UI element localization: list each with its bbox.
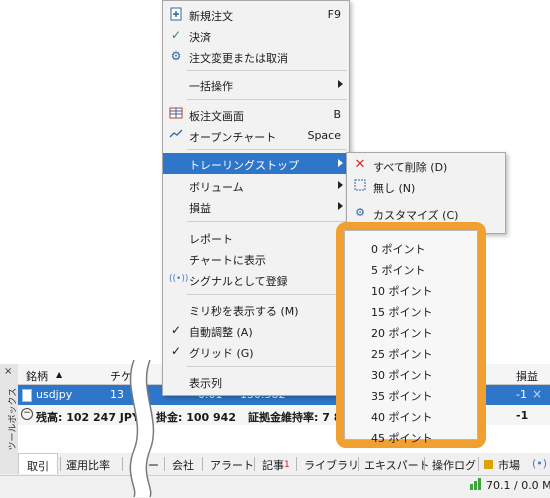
gear-icon: ⚙: [170, 49, 182, 63]
connection-bars-icon: [470, 484, 473, 490]
menu-item-new-order[interactable]: 新規注文 F9: [163, 4, 349, 25]
points-item-5[interactable]: 5 ポイント: [345, 258, 477, 279]
none-box-icon: [353, 179, 367, 193]
connection-bars-icon: [474, 481, 477, 490]
submenu-arrow-icon: [338, 80, 343, 88]
tab-journal[interactable]: 操作ログ: [432, 457, 476, 473]
tab-separator: [254, 457, 255, 471]
menu-separator: [187, 70, 347, 71]
tab-alerts[interactable]: アラート: [210, 457, 254, 473]
submenu-arrow-icon: [338, 202, 343, 210]
menu-item-columns[interactable]: 表示列: [163, 371, 349, 392]
signal-icon: ((•)): [169, 274, 189, 284]
collapse-icon[interactable]: −: [21, 408, 33, 420]
menu-item-trailing-stop[interactable]: トレーリングストップ: [163, 153, 349, 174]
row-profit: -1: [516, 388, 527, 401]
toolbox-close-button[interactable]: ×: [4, 366, 12, 377]
toolbox-vertical-title: ツールボックス: [8, 387, 19, 451]
points-item-45[interactable]: 45 ポイント: [345, 426, 477, 447]
header-profit[interactable]: 損益: [516, 368, 538, 384]
menu-item-show-milliseconds[interactable]: ミリ秒を表示する (M): [163, 299, 349, 320]
points-item-35[interactable]: 35 ポイント: [345, 384, 477, 405]
tab-market[interactable]: 市場: [498, 457, 520, 473]
market-bag-icon: [484, 460, 493, 469]
toolbox-tabs: 取引 運用比率 ー 会社 アラート 記事 1 ライブラリ エキスパート 操作ログ…: [18, 453, 550, 476]
menu-item-close-position[interactable]: ✓ 決済: [163, 25, 349, 46]
close-position-icon[interactable]: ×: [532, 387, 542, 401]
submenu-item-none[interactable]: 無し (N): [347, 176, 505, 197]
tab-separator: [358, 457, 359, 471]
points-callout-frame: 0 ポイント 5 ポイント 10 ポイント 15 ポイント 20 ポイント 25…: [336, 222, 486, 448]
new-order-icon: [169, 7, 183, 21]
news-count-badge: 1: [284, 460, 290, 470]
menu-item-grid[interactable]: ✓ グリッド (G): [163, 341, 349, 362]
submenu-item-delete-all[interactable]: ✕ すべて削除 (D): [347, 155, 505, 176]
menu-item-bulk-operations[interactable]: 一括操作: [163, 74, 349, 95]
submenu-item-customize[interactable]: ⚙ カスタマイズ (C): [347, 203, 505, 224]
points-list: 0 ポイント 5 ポイント 10 ポイント 15 ポイント 20 ポイント 25…: [344, 230, 478, 445]
points-item-10[interactable]: 10 ポイント: [345, 279, 477, 300]
menu-separator: [187, 99, 347, 100]
status-bar: 70.1 / 0.0 M: [0, 475, 550, 498]
gear-icon: ⚙: [355, 206, 365, 219]
tab-trade[interactable]: 取引: [18, 453, 58, 474]
menu-item-register-signal[interactable]: ((•)) シグナルとして登録: [163, 269, 349, 290]
points-item-25[interactable]: 25 ポイント: [345, 342, 477, 363]
points-item-20[interactable]: 20 ポイント: [345, 321, 477, 342]
tab-separator: [424, 457, 425, 471]
menu-item-modify-order[interactable]: ⚙ 注文変更または取消: [163, 46, 349, 67]
menu-item-depth-of-market[interactable]: 板注文画面 B: [163, 104, 349, 125]
signal-icon[interactable]: (•): [532, 457, 547, 470]
menu-item-volume[interactable]: ボリューム: [163, 175, 349, 196]
tab-separator: [202, 457, 203, 471]
connection-bars-icon: [478, 478, 481, 490]
tab-news[interactable]: 記事: [262, 457, 284, 473]
sort-asc-icon: ▲: [56, 370, 63, 379]
toolbox-side-strip: × ツールボックス: [0, 364, 19, 474]
menu-item-report[interactable]: レポート: [163, 227, 349, 248]
checkmark-icon: ✓: [170, 323, 182, 337]
close-icon: ✕: [354, 157, 366, 172]
checkmark-icon: ✓: [170, 28, 182, 42]
order-book-icon: [169, 107, 183, 121]
tab-company[interactable]: 会社: [172, 457, 194, 473]
menu-item-show-on-chart[interactable]: チャートに表示: [163, 248, 349, 269]
points-item-0[interactable]: 0 ポイント: [345, 237, 477, 258]
tab-separator: [296, 457, 297, 471]
checkmark-icon: ✓: [170, 344, 182, 358]
tab-separator: [478, 457, 479, 471]
menu-item-auto-arrange[interactable]: ✓ 自動調整 (A): [163, 320, 349, 341]
submenu-arrow-icon: [338, 181, 343, 189]
tab-library[interactable]: ライブラリ: [304, 457, 359, 473]
menu-item-open-chart[interactable]: オープンチャート Space: [163, 125, 349, 146]
tab-separator: [60, 457, 61, 471]
points-item-40[interactable]: 40 ポイント: [345, 405, 477, 426]
tab-exposure[interactable]: 運用比率: [66, 457, 110, 473]
points-item-15[interactable]: 15 ポイント: [345, 300, 477, 321]
header-symbol[interactable]: 銘柄: [26, 368, 48, 384]
submenu-arrow-icon: [338, 159, 343, 167]
position-doc-icon: [22, 389, 32, 402]
menu-separator: [187, 149, 347, 150]
tab-experts[interactable]: エキスパート: [364, 457, 430, 473]
menu-separator: [187, 221, 347, 222]
chart-line-icon: [169, 128, 183, 142]
traffic-text: 70.1 / 0.0 M: [486, 479, 550, 492]
menu-separator: [187, 294, 347, 295]
context-menu: 新規注文 F9 ✓ 決済 ⚙ 注文変更または取消 一括操作 板注文画面 B オー…: [162, 0, 350, 396]
menu-separator: [187, 366, 347, 367]
menu-item-profit[interactable]: 損益: [163, 196, 349, 217]
total-profit: -1: [516, 409, 529, 422]
points-item-30[interactable]: 30 ポイント: [345, 363, 477, 384]
row-symbol: usdjpy: [36, 388, 73, 401]
